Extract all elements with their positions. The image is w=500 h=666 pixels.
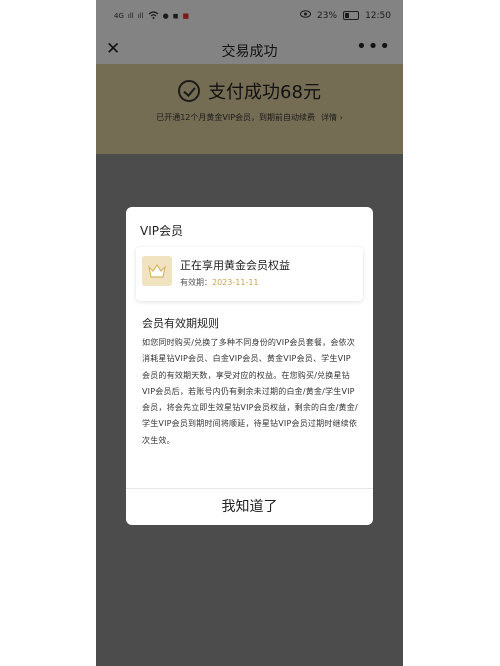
phone-screen: 4G ıll ıll ● ◼ ■ 23% 12:50 ✕ 交易成功 ••• 支付… — [96, 0, 403, 666]
confirm-button[interactable]: 我知道了 — [126, 490, 373, 525]
divider — [126, 488, 373, 489]
validity-date: 2023-11-11 — [212, 278, 259, 287]
crown-icon — [142, 256, 172, 286]
membership-card: 正在享用黄金会员权益 有效期：2023-11-11 — [136, 247, 363, 301]
rules-text: 如您同时购买/兑换了多种不同身份的VIP会员套餐，会依次消耗星钻VIP会员、白金… — [142, 338, 358, 445]
rules-heading: 会员有效期规则 — [142, 317, 219, 330]
vip-rules-dialog: VIP会员 正在享用黄金会员权益 有效期：2023-11-11 会员有效期规则 … — [126, 207, 373, 525]
validity: 有效期：2023-11-11 — [180, 277, 259, 288]
validity-label: 有效期： — [180, 278, 212, 287]
membership-status: 正在享用黄金会员权益 — [180, 259, 290, 272]
dialog-title: VIP会员 — [140, 224, 183, 238]
